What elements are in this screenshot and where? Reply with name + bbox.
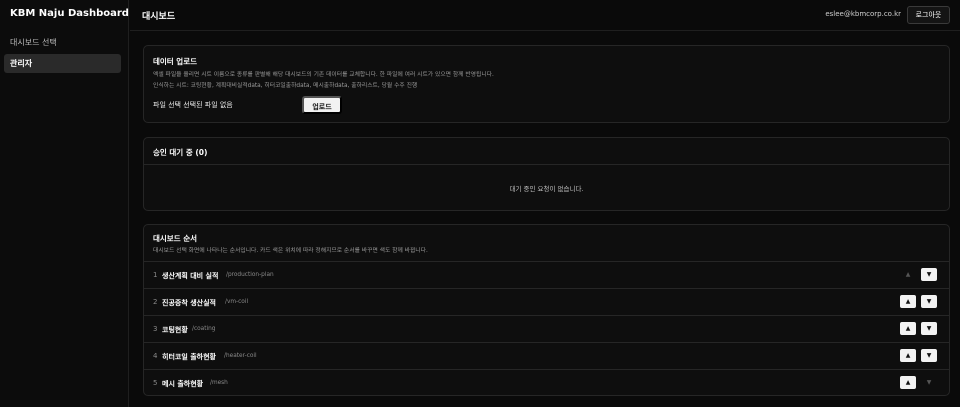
move-down-button[interactable]: ▼ — [921, 349, 937, 362]
order-row: 4 히터코일 출하현황 /heater-coil ▲ ▼ — [144, 342, 949, 369]
row-path: /vm-coil — [225, 299, 249, 305]
sidebar-item-admin[interactable]: 관리자 — [4, 54, 121, 73]
row-number: 3 — [153, 325, 158, 333]
move-up-button[interactable]: ▲ — [900, 349, 916, 362]
page-title: 대시보드 — [142, 12, 176, 22]
sidebar-item-dashboard-select[interactable]: 대시보드 선택 — [4, 33, 121, 52]
row-path: /mesh — [210, 380, 228, 386]
order-description: 대시보드 선택 화면에 나타나는 순서입니다. 카드 색은 위치에 따라 정해지… — [153, 248, 428, 254]
row-number: 2 — [153, 298, 158, 306]
app-brand: KBM Naju Dashboard — [10, 8, 129, 19]
upload-button[interactable]: 업로드 — [302, 96, 342, 114]
move-up-button[interactable]: ▲ — [900, 376, 916, 389]
pending-title: 승인 대기 중 (0) — [153, 148, 208, 157]
file-select-input[interactable]: 파일 선택 선택된 파일 없음 — [153, 100, 233, 110]
row-name: 히터코일 출하현황 — [162, 353, 216, 361]
move-up-button[interactable]: ▲ — [900, 295, 916, 308]
order-row: 1 생산계획 대비 실적 /production-plan ▲ ▼ — [144, 261, 949, 288]
upload-description: 엑셀 파일을 올리면 시트 이름으로 종류를 판별해 해당 대시보드의 기존 데… — [153, 72, 494, 78]
row-number: 4 — [153, 352, 158, 360]
data-upload-card: 데이터 업로드 엑셀 파일을 올리면 시트 이름으로 종류를 판별해 해당 대시… — [143, 45, 950, 123]
pending-empty-message: 대기 중인 요청이 없습니다. — [509, 185, 584, 193]
logout-button[interactable]: 로그아웃 — [907, 6, 950, 24]
pending-approval-card: 승인 대기 중 (0) 대기 중인 요청이 없습니다. — [143, 137, 950, 211]
move-down-button[interactable]: ▼ — [921, 322, 937, 335]
row-number: 1 — [153, 271, 158, 279]
move-down-button[interactable]: ▼ — [921, 268, 937, 281]
top-bar: 대시보드 eslee@kbmcorp.co.kr 로그아웃 — [130, 0, 960, 31]
move-up-button[interactable]: ▲ — [900, 268, 916, 281]
user-email: eslee@kbmcorp.co.kr — [825, 10, 901, 18]
order-row: 5 메시 출하현황 /mesh ▲ ▼ — [144, 369, 949, 396]
row-path: /production-plan — [226, 272, 274, 278]
row-number: 5 — [153, 379, 158, 387]
row-name: 생산계획 대비 실적 — [162, 272, 219, 280]
move-up-button[interactable]: ▲ — [900, 322, 916, 335]
sidebar: KBM Naju Dashboard 대시보드 선택 관리자 — [0, 0, 129, 407]
order-row: 3 코팅현황 /coating ▲ ▼ — [144, 315, 949, 342]
dashboard-order-card: 대시보드 순서 대시보드 선택 화면에 나타나는 순서입니다. 카드 색은 위치… — [143, 224, 950, 396]
upload-title: 데이터 업로드 — [153, 57, 198, 66]
move-down-button[interactable]: ▼ — [921, 295, 937, 308]
row-name: 메시 출하현황 — [162, 380, 204, 388]
order-row: 2 진공증착 생산실적 /vm-coil ▲ ▼ — [144, 288, 949, 315]
divider — [144, 164, 949, 165]
row-path: /coating — [192, 326, 216, 332]
row-name: 진공증착 생산실적 — [162, 299, 216, 307]
row-path: /heater-coil — [224, 353, 257, 359]
move-down-button[interactable]: ▼ — [921, 376, 937, 389]
row-name: 코팅현황 — [162, 326, 188, 334]
order-title: 대시보드 순서 — [153, 234, 198, 243]
recognized-sheets: 인식하는 시트: 코팅현황, 계획대비실적data, 히터코일출하data, 메… — [153, 83, 418, 89]
